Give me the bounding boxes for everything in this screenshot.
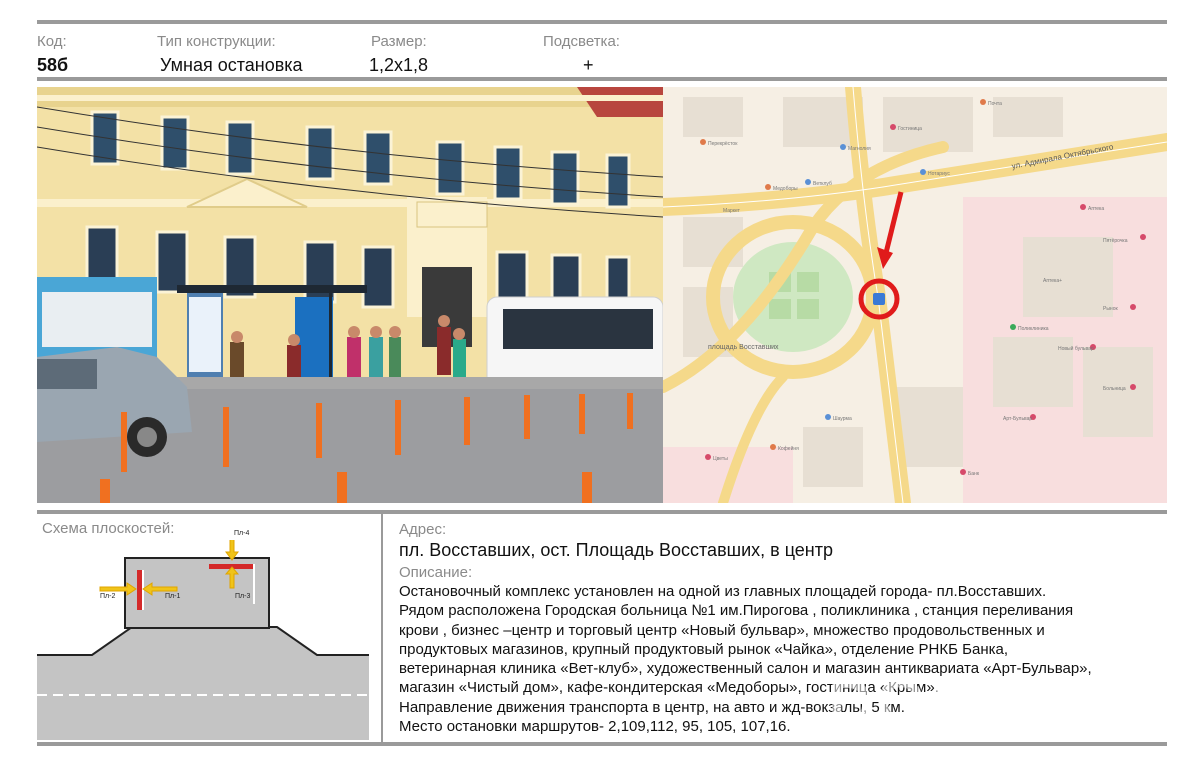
map-poi-label: Банк <box>968 471 980 477</box>
map-poi-label: Арт-Бульвар <box>1003 416 1032 422</box>
size-label: Размер: <box>371 33 427 50</box>
code-label: Код: <box>37 33 67 50</box>
map-poi-label: Почта <box>988 101 1002 107</box>
map-poi-label: Аптека <box>1088 206 1104 212</box>
vertical-divider <box>381 514 383 742</box>
code-value: 58б <box>37 55 69 75</box>
pl4-label-top: Пл-4 <box>234 530 250 537</box>
section-rule-bottom <box>37 742 1167 746</box>
address-label: Адрес: <box>399 521 447 538</box>
map-poi-label: Рынок <box>1103 306 1118 312</box>
header-rule <box>37 77 1167 81</box>
map-poi-label: Нотариус <box>928 171 950 177</box>
bus-stop-photo <box>37 87 663 503</box>
map-poi-label: Перекрёсток <box>708 141 738 147</box>
description-line: продуктовых магазинов, крупный продуктов… <box>399 640 1009 658</box>
watermark: DOOH.RU <box>828 667 1145 739</box>
map-poi-label: Цветы <box>713 456 728 462</box>
light-value: + <box>583 55 594 75</box>
pl1-label: Пл-1 <box>165 593 180 600</box>
type-label: Тип конструкции: <box>157 33 276 50</box>
planes-scheme: Пл-1 Пл-2 Пл-3 Пл-4 <box>37 530 369 740</box>
map-poi-label: Новый бульвар <box>1058 345 1094 352</box>
pl3-label: Пл-3 <box>235 593 250 600</box>
light-label: Подсветка: <box>543 33 620 50</box>
description-line: крови , бизнес –центр и торговый центр «… <box>399 621 1045 639</box>
map-square-label: площадь Восставших <box>708 344 779 351</box>
map-poi-label: Маркет <box>723 208 741 214</box>
top-rule <box>37 20 1167 24</box>
map-poi-label: Больница <box>1103 386 1126 392</box>
section-rule-top <box>37 510 1167 514</box>
panel-pl1-pl2 <box>137 570 142 610</box>
location-map: ул. Адмирала Октябрьского площадь Восста… <box>663 87 1167 503</box>
map-poi-label: Пятёрочка <box>1103 238 1128 244</box>
map-poi-label: Ветклуб <box>813 181 832 187</box>
size-value: 1,2х1,8 <box>369 55 429 75</box>
map-poi-label: Кофейня <box>778 445 799 452</box>
map-poi-label: Медоборы <box>773 186 798 192</box>
map-poi-label: Шаурма <box>833 416 852 422</box>
address-value: пл. Восставших, ост. Площадь Восставших,… <box>399 540 834 560</box>
scheme-title: Схема плоскостей: <box>42 520 175 537</box>
type-value: Умная остановка <box>160 55 303 75</box>
description-label: Описание: <box>399 564 473 581</box>
map-poi-label: Гостиница <box>898 126 922 132</box>
map-poi-label: Аптека+ <box>1043 278 1062 284</box>
description-line: Рядом расположена Городская больница №1 … <box>399 602 1074 620</box>
pl2-label: Пл-2 <box>100 593 115 600</box>
description-line: Остановочный комплекс установлен на одно… <box>399 583 1047 600</box>
map-poi-label: Магнолия <box>848 146 871 152</box>
map-poi-label: Поликлиника <box>1018 326 1049 332</box>
